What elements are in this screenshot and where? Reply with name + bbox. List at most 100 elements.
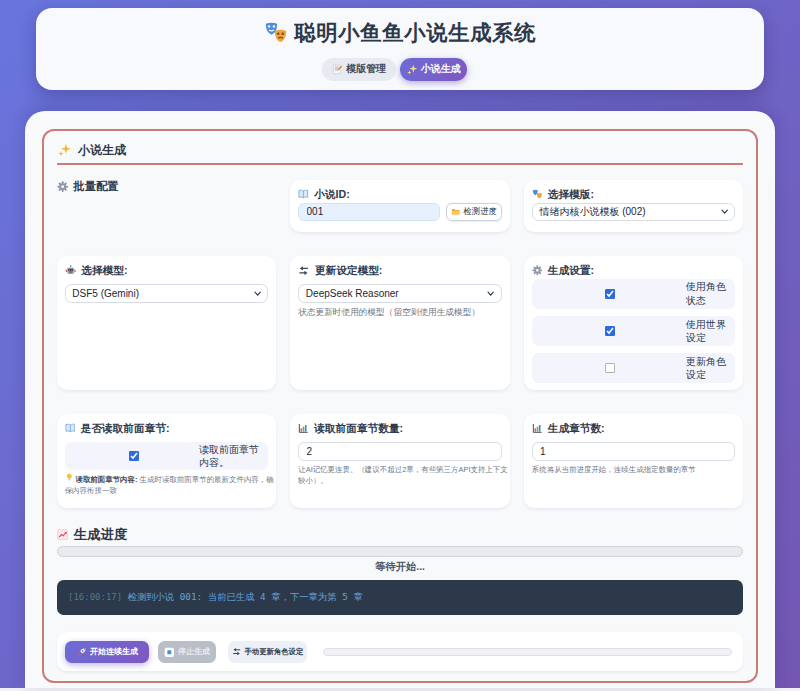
read-prev-hint: 读取前面章节内容: 生成时读取前面章节的最新文件内容，确保内容衔接一致 xyxy=(65,473,277,496)
model-select[interactable]: DSF5 (Gemini) xyxy=(65,284,269,303)
update-model-label-row: 更新设定模型: xyxy=(298,264,502,277)
generation-settings-label-row: 生成设置: xyxy=(532,264,736,277)
nav-template-management-button[interactable]: 模版管理 xyxy=(322,58,396,81)
theater-masks-icon xyxy=(264,21,288,45)
model-select-wrap: DSF5 (Gemini) xyxy=(65,284,269,303)
progress-heading: 生成进度 xyxy=(57,527,744,543)
update-model-label: 更新设定模型: xyxy=(315,264,383,277)
stop-square-icon xyxy=(164,647,175,658)
zoom-wrapper: 聪明小鱼鱼小说生成系统 模版管理 xyxy=(0,0,800,688)
use-world-setting-row: 使用世界设定 xyxy=(532,316,736,346)
novel-id-label: 小说ID: xyxy=(314,188,350,201)
log-timestamp: [16:00:17] xyxy=(68,592,122,602)
generation-settings-options: 使用角色状态 使用世界设定 更新角色设定 xyxy=(532,279,736,384)
nav-novel-generation-label: 小说生成 xyxy=(421,62,461,76)
update-model-select[interactable]: DeepSeek Reasoner xyxy=(298,284,502,303)
open-book-icon xyxy=(298,189,309,200)
use-world-setting-label: 使用世界设定 xyxy=(686,318,727,345)
chapter-count-label: 生成章节数: xyxy=(548,422,605,435)
use-character-state-label: 使用角色状态 xyxy=(686,280,727,307)
chart-increasing-icon xyxy=(57,529,68,540)
read-prev-label: 是否读取前面章节: xyxy=(81,422,170,435)
use-character-state-row: 使用角色状态 xyxy=(532,279,736,309)
prev-count-label: 读取前面章节数量: xyxy=(314,422,403,435)
swap-arrows-icon xyxy=(232,647,241,656)
generation-settings-label: 生成设置: xyxy=(548,264,594,277)
chapter-count-input[interactable] xyxy=(532,442,736,461)
read-prev-option-label: 读取前面章节内容。 xyxy=(199,443,260,470)
model-select-panel: 选择模型: DSF5 (Gemini) xyxy=(57,256,277,390)
check-progress-button[interactable]: 检测进度 xyxy=(446,203,501,222)
header-card: 聪明小鱼鱼小说生成系统 模版管理 xyxy=(36,8,764,90)
log-console: [16:00:17] 检测到小说 001: 当前已生成 4 章，下一章为第 5 … xyxy=(57,580,744,615)
prev-count-label-row: 读取前面章节数量: xyxy=(298,422,502,435)
template-select-label: 选择模版: xyxy=(548,188,594,201)
theater-masks-icon xyxy=(532,189,543,200)
manual-update-character-label: 手动更新角色设定 xyxy=(245,647,304,657)
use-character-state-checkbox[interactable] xyxy=(605,289,615,299)
sparkles-icon xyxy=(58,143,71,156)
novel-id-input[interactable] xyxy=(298,203,440,222)
stop-generation-button[interactable]: 停止生成 xyxy=(158,641,216,664)
progress-section: 生成进度 等待开始... [16:00:17] 检测到小说 001: 当前已生成… xyxy=(57,527,744,615)
novel-id-label-row: 小说ID: xyxy=(298,188,502,201)
page-background: 聪明小鱼鱼小说生成系统 模版管理 xyxy=(0,0,800,688)
robot-icon xyxy=(65,265,76,276)
check-progress-label: 检测进度 xyxy=(463,206,496,217)
log-message: 检测到小说 001: 当前已生成 4 章，下一章为第 5 章 xyxy=(127,591,362,604)
nav-novel-generation-button[interactable]: 小说生成 xyxy=(400,58,467,81)
novel-id-input-row: 检测进度 xyxy=(298,203,502,222)
template-select[interactable]: 情绪内核小说模板 (002) xyxy=(532,203,736,222)
novel-generation-card: 小说生成 xyxy=(42,129,758,684)
read-prev-checkbox[interactable] xyxy=(129,451,139,461)
light-bulb-icon xyxy=(65,473,74,482)
bar-chart-icon xyxy=(298,423,309,434)
main-container: 小说生成 xyxy=(25,111,776,688)
update-character-setting-label: 更新角色设定 xyxy=(686,355,727,382)
nav-template-management-label: 模版管理 xyxy=(346,62,386,76)
action-progress-bar xyxy=(323,648,732,657)
read-prev-panel: 是否读取前面章节: 读取前面章节内容。 xyxy=(57,414,277,508)
novel-id-panel: 小说ID: 检测进度 xyxy=(290,180,510,232)
gear-icon xyxy=(57,181,68,192)
sparkles-icon xyxy=(407,64,418,75)
template-select-panel: 选择模版: 情绪内核小说模板 (002) xyxy=(524,180,744,232)
update-model-hint: 状态更新时使用的模型（留空则使用生成模型） xyxy=(298,307,502,318)
chapter-count-panel: 生成章节数: 系统将从当前进度开始，连续生成指定数量的章节 xyxy=(524,414,744,508)
prev-count-panel: 读取前面章节数量: 让AI记忆更连贯。（建议不超过2章，有些第三方API支持上下… xyxy=(290,414,510,508)
stop-generation-label: 停止生成 xyxy=(178,646,210,657)
config-grid: 批量配置 小说ID: xyxy=(57,180,744,508)
app-title: 聪明小鱼鱼小说生成系统 xyxy=(36,20,764,47)
swap-arrows-icon xyxy=(298,265,309,276)
prev-count-input[interactable] xyxy=(298,442,502,461)
rocket-icon xyxy=(76,647,87,658)
read-prev-hint-bold: 读取前面章节内容: xyxy=(75,475,137,484)
template-select-wrap: 情绪内核小说模板 (002) xyxy=(532,203,736,222)
section-title-text: 小说生成 xyxy=(78,143,126,157)
nav: 模版管理 小说生成 xyxy=(31,58,759,81)
update-model-panel: 更新设定模型: DeepSeek Reasoner 状态更新时使用的模型（留空则… xyxy=(290,256,510,390)
start-generation-label: 开始连续生成 xyxy=(90,646,138,657)
folder-icon xyxy=(451,207,460,216)
update-character-setting-row: 更新角色设定 xyxy=(532,353,736,383)
progress-bar xyxy=(57,546,744,557)
batch-config-cell: 批量配置 xyxy=(57,180,277,232)
chapter-count-label-row: 生成章节数: xyxy=(532,422,736,435)
start-generation-button[interactable]: 开始连续生成 xyxy=(65,641,150,664)
progress-status: 等待开始... xyxy=(57,561,744,572)
progress-heading-text: 生成进度 xyxy=(74,527,127,543)
batch-config-label: 批量配置 xyxy=(73,180,118,193)
use-world-setting-checkbox[interactable] xyxy=(605,326,615,336)
read-prev-label-row: 是否读取前面章节: xyxy=(65,422,269,435)
model-select-label: 选择模型: xyxy=(81,264,127,277)
section-title: 小说生成 xyxy=(57,143,744,166)
model-select-label-row: 选择模型: xyxy=(65,264,269,277)
bar-chart-icon xyxy=(532,423,543,434)
open-book-icon xyxy=(65,423,76,434)
prev-count-hint: 让AI记忆更连贯。（建议不超过2章，有些第三方API支持上下文较小）。 xyxy=(298,464,510,486)
update-model-select-wrap: DeepSeek Reasoner xyxy=(298,284,502,303)
manual-update-character-button[interactable]: 手动更新角色设定 xyxy=(228,641,307,664)
update-character-setting-checkbox[interactable] xyxy=(605,363,615,373)
template-select-label-row: 选择模版: xyxy=(532,188,736,201)
read-prev-option-row: 读取前面章节内容。 xyxy=(65,442,269,470)
